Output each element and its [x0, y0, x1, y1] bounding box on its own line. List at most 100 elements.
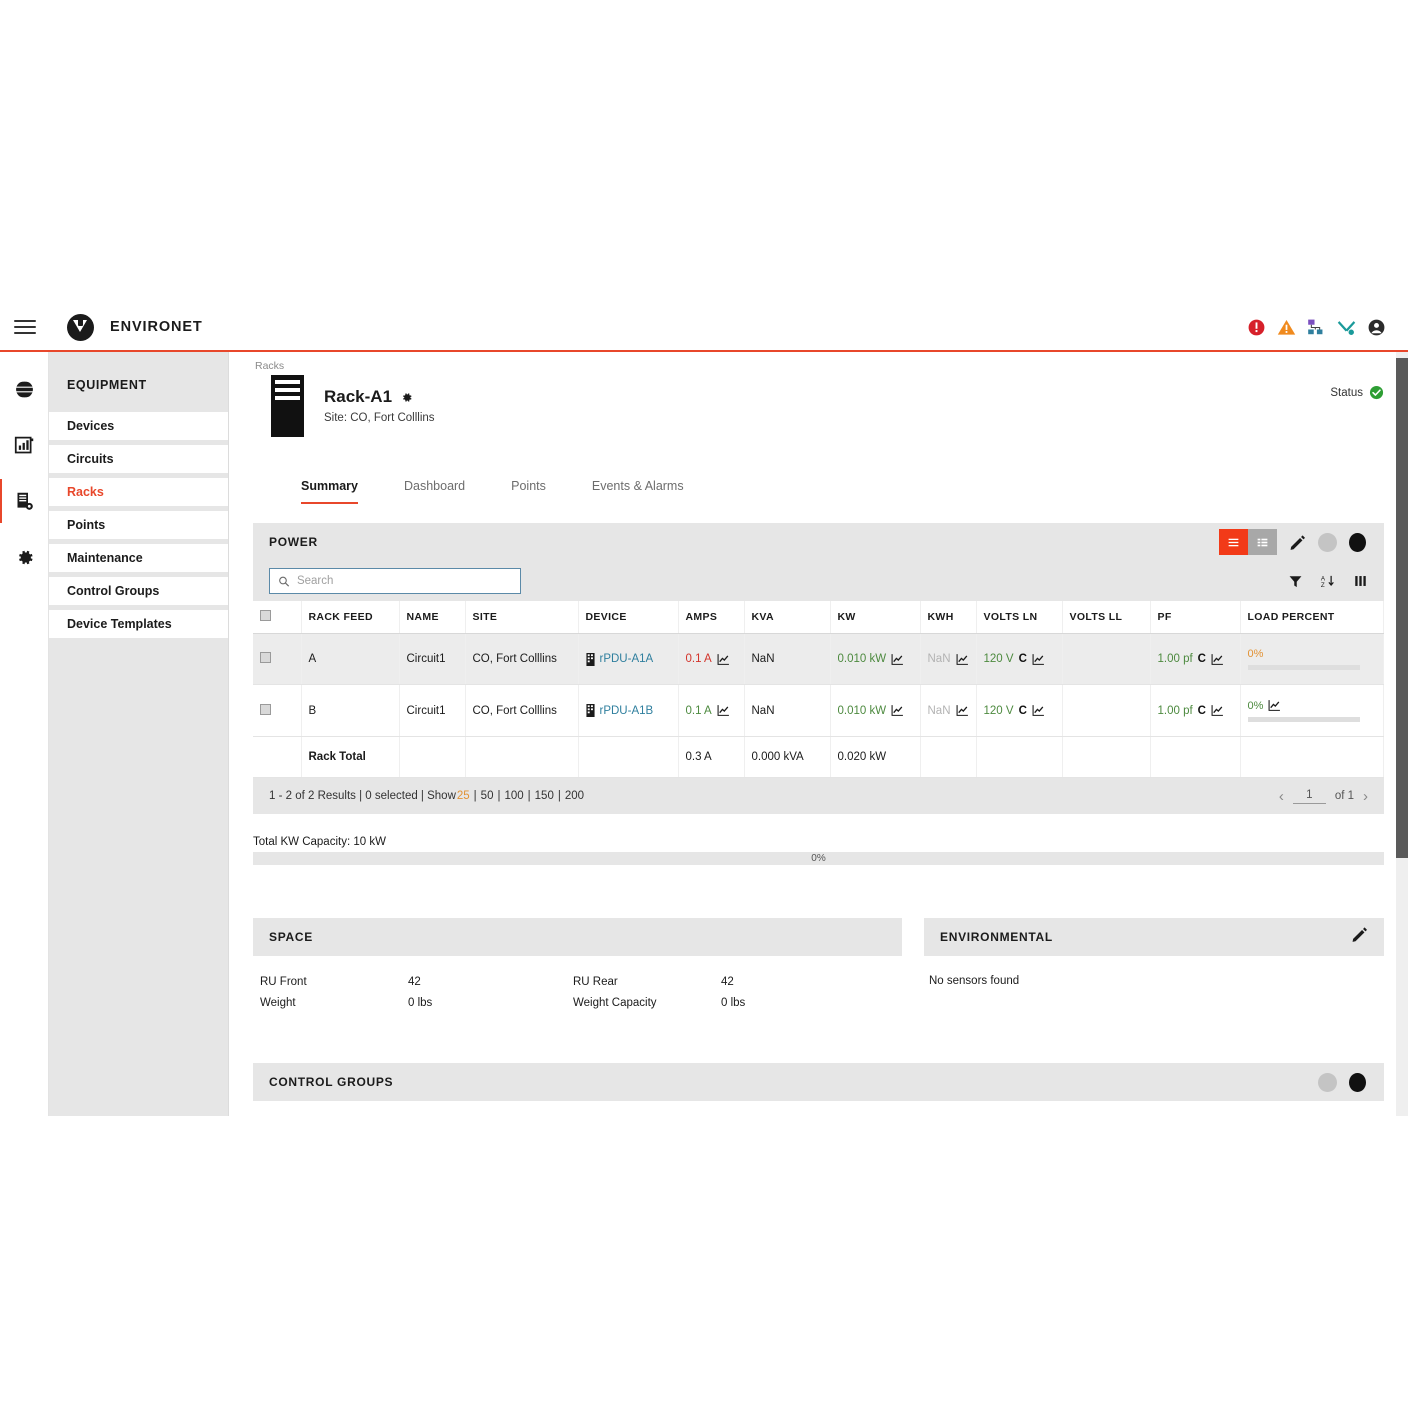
table-row[interactable]: A Circuit1 CO, Fort Colllins	[253, 634, 1384, 685]
gear-icon[interactable]	[400, 391, 413, 404]
pagination: ‹ 1 of 1 ›	[1279, 788, 1368, 805]
vertical-scrollbar[interactable]	[1396, 352, 1408, 1116]
column-kw[interactable]: KW	[830, 601, 920, 634]
page-size-25[interactable]: 25	[457, 790, 470, 802]
tab-summary[interactable]: Summary	[301, 479, 358, 504]
column-load-percent[interactable]: LOAD PERCENT	[1240, 601, 1384, 634]
phase-c-label: C	[1019, 653, 1027, 665]
body-region: EQUIPMENT Devices Circuits Racks Points …	[0, 352, 1408, 1116]
sidebar-item-maintenance[interactable]: Maintenance	[49, 544, 228, 572]
trend-chart-icon[interactable]	[956, 704, 969, 717]
column-volts-ll[interactable]: VOLTS LL	[1062, 601, 1150, 634]
cell-device[interactable]: rPDU-A1B	[578, 685, 678, 737]
page-number-input[interactable]: 1	[1293, 789, 1326, 804]
tab-points[interactable]: Points	[511, 479, 546, 504]
sidebar-item-racks[interactable]: Racks	[49, 478, 228, 506]
search-box[interactable]	[269, 568, 521, 594]
column-pf[interactable]: PF	[1150, 601, 1240, 634]
amps-value: 0.1 A	[686, 653, 712, 665]
environmental-title: ENVIRONMENTAL	[940, 930, 1053, 944]
pencil-icon[interactable]	[1351, 926, 1368, 943]
space-key: RU Rear	[573, 972, 721, 993]
plus-circle-icon[interactable]	[1349, 533, 1368, 552]
sidebar-item-points[interactable]: Points	[49, 511, 228, 539]
minus-circle-icon[interactable]	[1318, 533, 1337, 552]
tools-icon[interactable]	[1337, 318, 1356, 337]
chevron-left-icon[interactable]: ‹	[1279, 788, 1284, 805]
column-rack-feed[interactable]: RACK FEED	[301, 601, 399, 634]
funnel-icon[interactable]	[1288, 574, 1303, 589]
sidebar-item-devices[interactable]: Devices	[49, 412, 228, 440]
table-row[interactable]: B Circuit1 CO, Fort Colllins	[253, 685, 1384, 737]
page-size-50[interactable]: 50	[481, 790, 494, 802]
trend-chart-icon[interactable]	[1032, 653, 1045, 666]
column-kva[interactable]: KVA	[744, 601, 830, 634]
column-name[interactable]: NAME	[399, 601, 465, 634]
page-size-100[interactable]: 100	[504, 790, 523, 802]
column-amps[interactable]: AMPS	[678, 601, 744, 634]
scrollbar-thumb[interactable]	[1396, 358, 1408, 858]
page-size-200[interactable]: 200	[565, 790, 584, 802]
page-header: Rack-A1 Site: CO, Fort Colllins Status	[253, 375, 1384, 437]
list-view-icon[interactable]	[1219, 529, 1248, 555]
alert-critical-icon[interactable]	[1247, 318, 1266, 337]
control-groups-header: CONTROL GROUPS	[253, 1063, 1384, 1101]
rail-item-reports[interactable]	[9, 430, 39, 460]
page-size-150[interactable]: 150	[535, 790, 554, 802]
rail-item-globe[interactable]	[9, 374, 39, 404]
select-all-checkbox[interactable]	[260, 610, 271, 621]
tab-events-alarms[interactable]: Events & Alarms	[592, 479, 684, 504]
cell-device[interactable]: rPDU-A1A	[578, 634, 678, 685]
alert-warning-icon[interactable]	[1277, 318, 1296, 337]
network-icon[interactable]	[1307, 318, 1326, 337]
plus-circle-icon[interactable]	[1349, 1073, 1368, 1092]
select-all-header[interactable]	[253, 601, 301, 634]
row-select-cell[interactable]	[253, 634, 301, 685]
trend-chart-icon[interactable]	[891, 704, 904, 717]
trend-chart-icon[interactable]	[717, 704, 730, 717]
table-tool-icons: A Z	[1288, 574, 1368, 589]
chevron-right-icon[interactable]: ›	[1363, 788, 1368, 805]
grid-view-icon[interactable]	[1248, 529, 1277, 555]
cell-load-percent: 0%	[1240, 634, 1384, 685]
sidebar-item-label: Devices	[67, 419, 114, 433]
column-volts-ln[interactable]: VOLTS LN	[976, 601, 1062, 634]
tab-dashboard[interactable]: Dashboard	[404, 479, 465, 504]
user-avatar-icon[interactable]	[1367, 318, 1386, 337]
trend-chart-icon[interactable]	[891, 653, 904, 666]
trend-chart-icon[interactable]	[956, 653, 969, 666]
column-site[interactable]: SITE	[465, 601, 578, 634]
columns-icon[interactable]	[1353, 574, 1368, 588]
sidebar-item-device-templates[interactable]: Device Templates	[49, 610, 228, 638]
breadcrumb[interactable]: Racks	[255, 360, 1384, 372]
minus-circle-icon[interactable]	[1318, 1073, 1337, 1092]
column-kwh[interactable]: KWH	[920, 601, 976, 634]
pencil-icon[interactable]	[1289, 534, 1306, 551]
space-right-column: RU Rear Weight Capacity 42 0 lbs	[573, 972, 886, 1014]
space-key: Weight Capacity	[573, 993, 721, 1014]
sort-az-icon[interactable]: A Z	[1320, 574, 1336, 589]
pf-value: 1.00 pf	[1158, 653, 1193, 665]
status-badge: Status	[1330, 375, 1384, 400]
rail-item-settings[interactable]	[9, 542, 39, 572]
hamburger-menu-icon[interactable]	[14, 316, 36, 338]
table-footer: 1 - 2 of 2 Results | 0 selected | Show 2…	[253, 778, 1384, 814]
kwh-value: NaN	[928, 653, 951, 665]
search-input[interactable]	[297, 575, 512, 587]
sidebar-item-circuits[interactable]: Circuits	[49, 445, 228, 473]
rail-item-racks[interactable]	[9, 486, 39, 516]
cell-kva: NaN	[744, 634, 830, 685]
trend-chart-icon[interactable]	[717, 653, 730, 666]
trend-chart-icon[interactable]	[1268, 699, 1281, 712]
cell-kwh: NaN	[920, 634, 976, 685]
row-checkbox[interactable]	[260, 652, 271, 663]
trend-chart-icon[interactable]	[1032, 704, 1045, 717]
sidebar-item-control-groups[interactable]: Control Groups	[49, 577, 228, 605]
device-link[interactable]: rPDU-A1A	[600, 653, 654, 665]
row-checkbox[interactable]	[260, 704, 271, 715]
column-device[interactable]: DEVICE	[578, 601, 678, 634]
device-link[interactable]: rPDU-A1B	[600, 705, 654, 717]
row-select-cell[interactable]	[253, 685, 301, 737]
trend-chart-icon[interactable]	[1211, 704, 1224, 717]
trend-chart-icon[interactable]	[1211, 653, 1224, 666]
